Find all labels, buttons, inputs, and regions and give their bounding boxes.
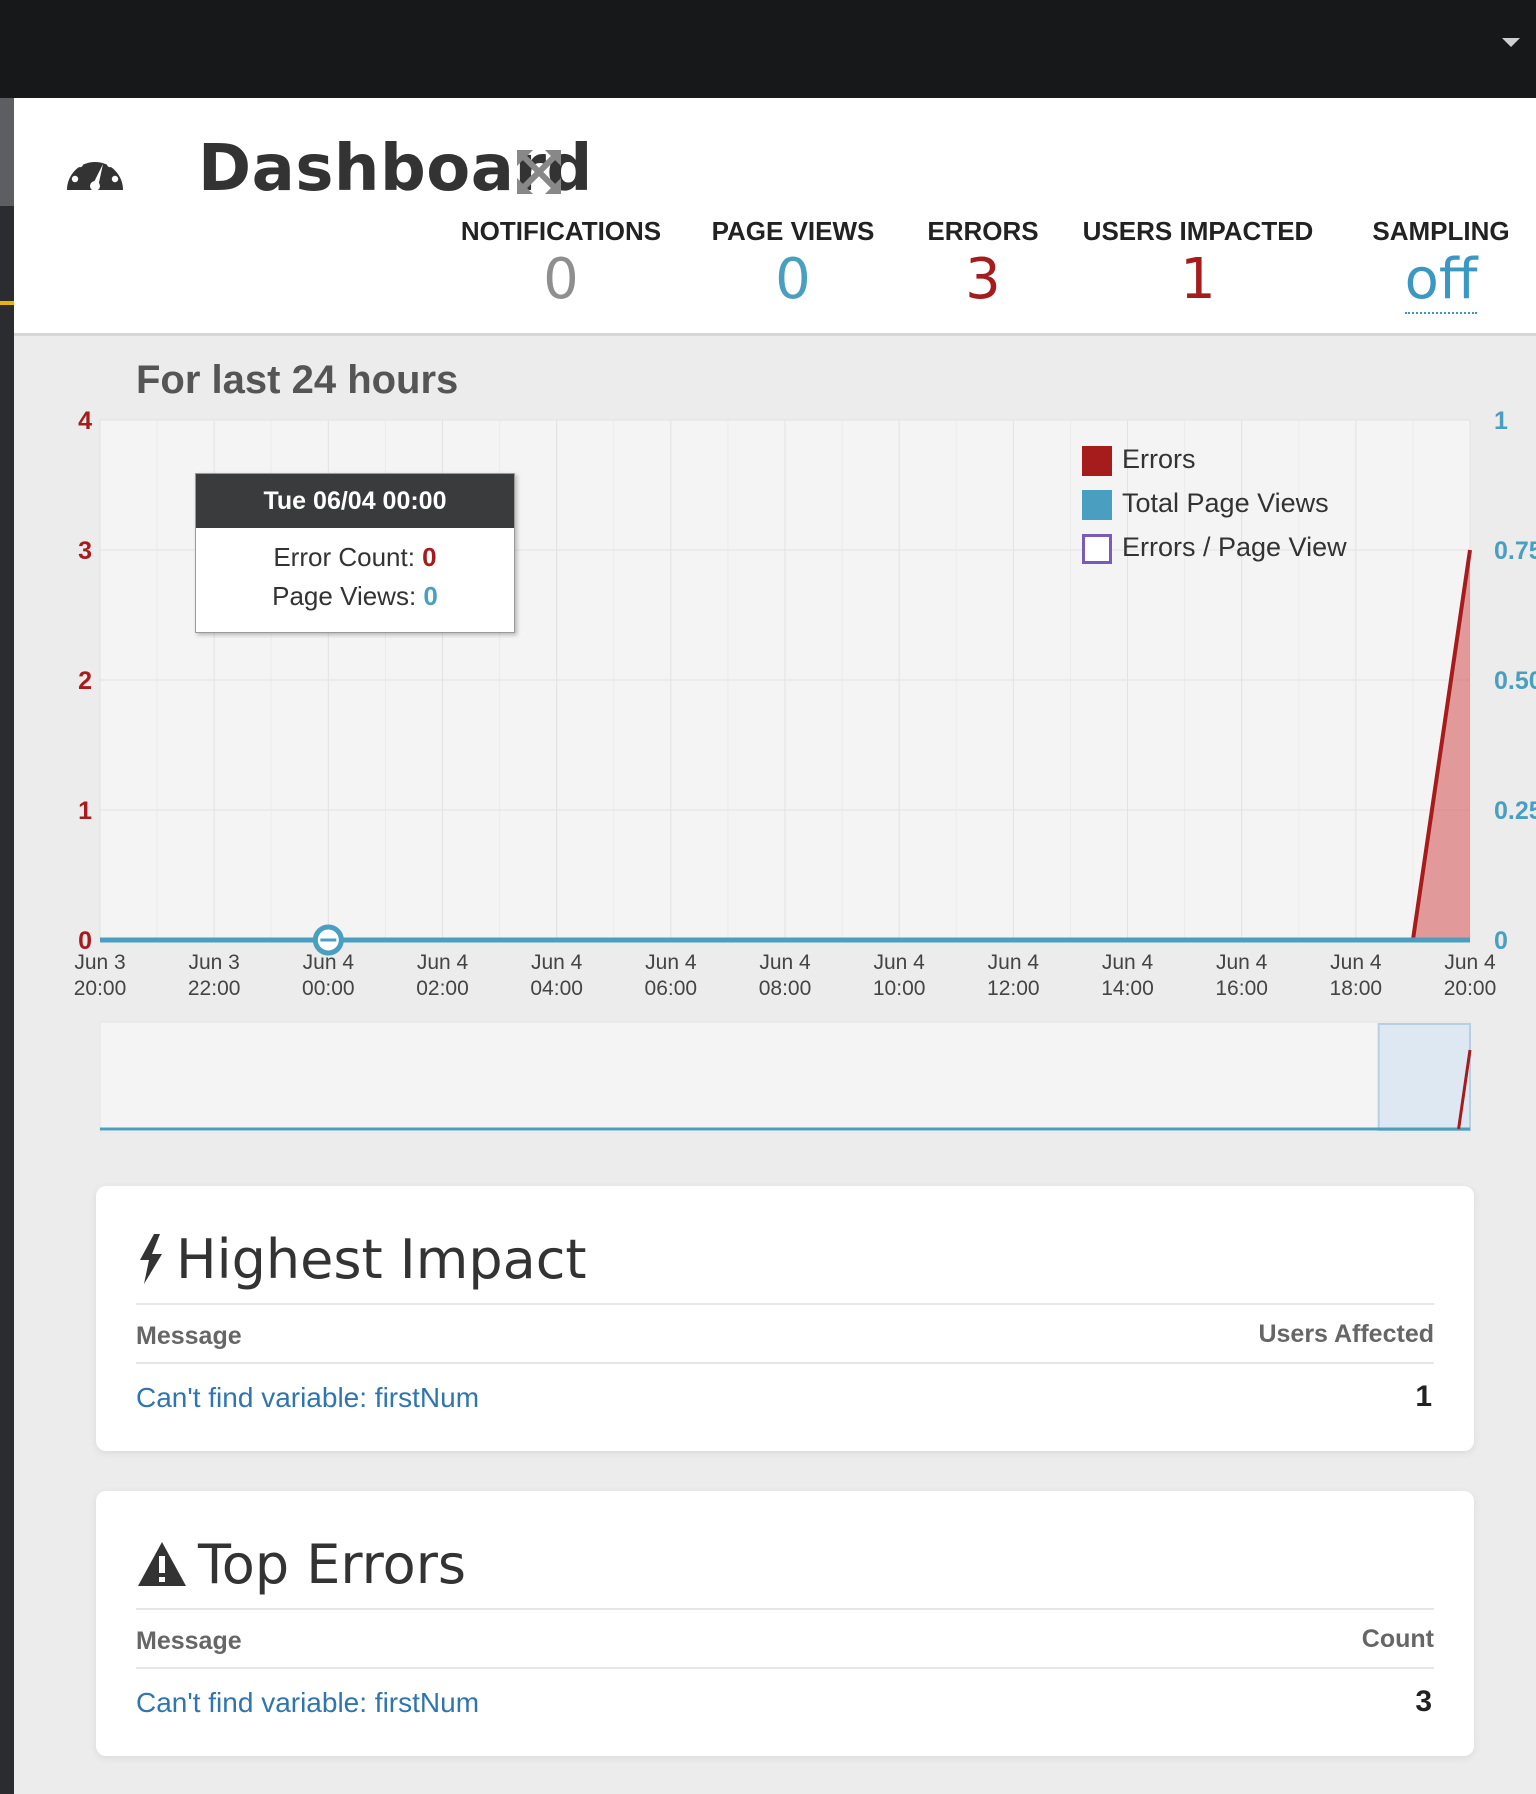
tooltip-error-line: Error Count: 0 [196, 542, 514, 573]
highest-impact-panel: Highest Impact Message Users Affected Ca… [96, 1186, 1474, 1451]
panel-title-text: Highest Impact [176, 1227, 587, 1291]
y-left-tick-label: 1 [78, 797, 92, 825]
sampling-toggle-link[interactable]: off [1404, 247, 1478, 314]
x-tick-label: 22:00 [188, 977, 241, 1000]
tooltip-error-value: 0 [422, 542, 437, 572]
x-tick-label: 10:00 [873, 977, 926, 1000]
highest-impact-title: Highest Impact [136, 1224, 587, 1291]
x-tick-label: 08:00 [759, 977, 812, 1000]
tooltip-views-label: Page Views: [272, 581, 424, 611]
x-tick-label: 12:00 [987, 977, 1040, 1000]
error-message-link[interactable]: Can't find variable: firstNum [136, 1687, 479, 1719]
col-header-count: Count [1361, 1625, 1434, 1653]
col-header-message: Message [136, 1627, 242, 1655]
stat-value-wrap: off [1360, 247, 1522, 314]
tooltip-views-value: 0 [423, 581, 438, 611]
error-count-value: 3 [1415, 1685, 1432, 1718]
y-left-tick-label: 2 [78, 667, 92, 695]
sidebar [0, 98, 14, 1794]
stat-value: 1 [1180, 247, 1216, 312]
sidebar-accent [0, 301, 14, 305]
stat-value: 0 [775, 247, 811, 312]
x-tick-label: 16:00 [1215, 977, 1268, 1000]
y-left-tick-label: 4 [78, 407, 92, 435]
panel-title-text: Top Errors [198, 1532, 467, 1596]
stat-page-views: PAGE VIEWS 0 [698, 216, 888, 313]
stat-label: USERS IMPACTED [1082, 216, 1314, 246]
stat-label: ERRORS [927, 216, 1039, 246]
x-tick-label: Jun 4 [873, 951, 925, 974]
dashboard-gauge-icon [67, 153, 123, 191]
user-menu-caret-icon[interactable] [1502, 38, 1520, 47]
warning-triangle-icon [138, 1542, 186, 1587]
stat-label: PAGE VIEWS [711, 216, 875, 246]
stat-errors: ERRORS 3 [918, 216, 1048, 313]
stat-sampling: SAMPLING off [1360, 216, 1522, 314]
x-tick-label: Jun 4 [988, 951, 1040, 974]
x-tick-label: 04:00 [530, 977, 583, 1000]
y-right-tick-label: 0 [1494, 927, 1508, 955]
x-tick-label: 06:00 [645, 977, 698, 1000]
legend-swatch-page-views [1082, 490, 1112, 520]
x-tick-label: Jun 4 [417, 951, 469, 974]
x-tick-label: Jun 4 [1330, 951, 1382, 974]
x-tick-label: 20:00 [74, 977, 127, 1000]
legend-label: Total Page Views [1122, 488, 1329, 518]
stat-value: 0 [543, 247, 579, 312]
x-tick-label: Jun 4 [1102, 951, 1154, 974]
chart-tooltip: Tue 06/04 00:00 Error Count: 0 Page View… [195, 473, 515, 633]
top-errors-title: Top Errors [136, 1529, 466, 1596]
divider [136, 1303, 1434, 1305]
x-tick-label: Jun 4 [1444, 951, 1496, 974]
legend-swatch-errors-per-view [1082, 534, 1112, 564]
x-tick-label: 20:00 [1444, 977, 1497, 1000]
x-tick-label: Jun 3 [188, 951, 239, 974]
tooltip-error-label: Error Count: [273, 542, 423, 572]
x-tick-label: Jun 4 [1216, 951, 1268, 974]
y-right-tick-label: 0.25 [1494, 797, 1536, 825]
y-right-tick-label: 0.75 [1494, 537, 1536, 565]
tooltip-views-line: Page Views: 0 [196, 581, 514, 612]
stat-value: 3 [965, 247, 1001, 312]
lightning-bolt-icon [140, 1234, 162, 1285]
y-right-tick-label: 0.50 [1494, 667, 1536, 695]
col-header-message: Message [136, 1322, 242, 1350]
fullscreen-expand-icon[interactable] [515, 148, 563, 196]
y-left-tick-label: 3 [78, 537, 92, 565]
legend-label: Errors [1122, 444, 1196, 474]
x-tick-label: 00:00 [302, 977, 355, 1000]
x-tick-label: 02:00 [416, 977, 469, 1000]
x-tick-label: 18:00 [1330, 977, 1383, 1000]
top-navbar [0, 0, 1536, 98]
x-tick-label: Jun 4 [759, 951, 811, 974]
sidebar-active-item[interactable] [0, 98, 14, 206]
stat-label: SAMPLING [1372, 216, 1510, 246]
divider [136, 1608, 1434, 1610]
users-affected-value: 1 [1415, 1380, 1432, 1413]
stat-users-impacted: USERS IMPACTED 1 [1078, 216, 1318, 313]
stat-notifications: NOTIFICATIONS 0 [446, 216, 676, 313]
x-tick-label: Jun 4 [531, 951, 583, 974]
error-message-link[interactable]: Can't find variable: firstNum [136, 1382, 479, 1414]
tooltip-title: Tue 06/04 00:00 [196, 474, 514, 528]
x-tick-label: Jun 3 [74, 951, 125, 974]
navigator-window [1377, 1023, 1471, 1131]
navigator-background [99, 1021, 1471, 1133]
main-content: For last 24 hours 0 1 2 3 4 0 0.25 0.50 0.75 1 Jun… [14, 336, 1536, 1794]
legend-label: Errors / Page View [1122, 532, 1347, 562]
errors-chart[interactable]: 0 1 2 3 4 0 0.25 0.50 0.75 1 Jun 3 20:00 Jun 3 22:00 J… [14, 336, 1536, 1146]
y-right-tick-label: 1 [1494, 407, 1508, 435]
stat-label: NOTIFICATIONS [460, 216, 662, 246]
legend-swatch-errors [1082, 446, 1112, 476]
top-errors-panel: Top Errors Message Count Can't find vari… [96, 1491, 1474, 1756]
dashboard-header: Dashboard NOTIFICATIONS 0 PAGE VIEWS 0 E… [14, 98, 1536, 336]
divider [136, 1362, 1434, 1364]
x-tick-label: 14:00 [1101, 977, 1154, 1000]
x-tick-label: Jun 4 [645, 951, 697, 974]
col-header-users-affected: Users Affected [1258, 1320, 1434, 1348]
divider [136, 1667, 1434, 1669]
